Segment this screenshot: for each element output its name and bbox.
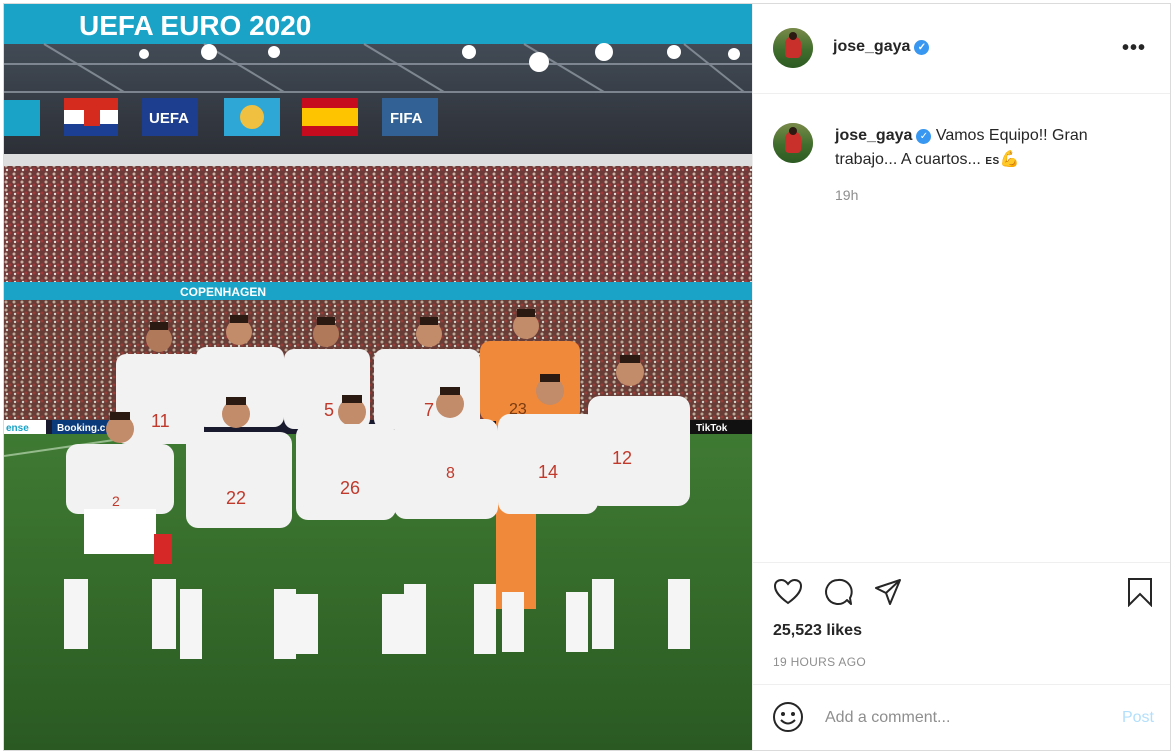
likes-count[interactable]: 25,523 likes bbox=[773, 622, 862, 640]
post-card: UEFA EURO 2020 UEFA FIFA COPENHAGEN ense… bbox=[3, 3, 1171, 751]
caption-verified-icon: ✓ bbox=[916, 129, 932, 144]
caption-time[interactable]: 19h bbox=[835, 187, 858, 203]
svg-text:11: 11 bbox=[151, 411, 170, 431]
svg-text:8: 8 bbox=[446, 465, 455, 482]
comment-bar: Post bbox=[753, 684, 1170, 750]
board-tiktok: TikTok bbox=[696, 423, 728, 434]
caption-username[interactable]: jose_gaya bbox=[835, 127, 912, 144]
post-photo[interactable]: UEFA EURO 2020 UEFA FIFA COPENHAGEN ense… bbox=[4, 4, 752, 750]
svg-text:26: 26 bbox=[340, 478, 360, 498]
board-left: ense bbox=[6, 423, 29, 434]
svg-text:22: 22 bbox=[226, 488, 246, 508]
svg-text:2: 2 bbox=[112, 493, 120, 509]
share-icon[interactable] bbox=[873, 577, 903, 607]
board-booking: Booking.c bbox=[57, 423, 106, 434]
svg-text:14: 14 bbox=[538, 462, 558, 482]
header-username-row[interactable]: jose_gaya ✓ bbox=[833, 38, 930, 56]
heart-icon[interactable] bbox=[773, 577, 803, 607]
emoji-icon[interactable] bbox=[772, 701, 804, 733]
avatar[interactable] bbox=[773, 28, 813, 68]
flag-es-icon: ES bbox=[985, 156, 1000, 167]
more-options-icon[interactable]: ••• bbox=[1122, 38, 1146, 58]
post-comment-button[interactable]: Post bbox=[1122, 709, 1154, 727]
post-caption: jose_gaya ✓ Vamos Equipo!! Gran trabajo..… bbox=[835, 124, 1135, 174]
svg-text:7: 7 bbox=[424, 400, 434, 420]
flexed-biceps-icon: 💪 bbox=[999, 151, 1020, 168]
post-timestamp[interactable]: 19 HOURS AGO bbox=[773, 655, 866, 669]
comment-icon[interactable] bbox=[823, 577, 853, 607]
sponsor-uefa: UEFA bbox=[149, 110, 189, 127]
caption-avatar[interactable] bbox=[773, 123, 813, 163]
banner-text: UEFA EURO 2020 bbox=[79, 10, 311, 41]
post-header: jose_gaya ✓ ••• bbox=[753, 4, 1170, 94]
svg-text:5: 5 bbox=[324, 400, 334, 420]
post-sidebar: jose_gaya ✓ ••• jose_gaya ✓ Vamos Equipo!!… bbox=[752, 4, 1170, 750]
stadium-board: COPENHAGEN bbox=[180, 285, 266, 299]
svg-text:12: 12 bbox=[612, 448, 632, 468]
verified-badge-icon: ✓ bbox=[914, 40, 930, 55]
comment-input[interactable] bbox=[823, 703, 1097, 733]
bookmark-icon[interactable] bbox=[1125, 577, 1155, 607]
sponsor-fifa: FIFA bbox=[390, 110, 423, 127]
header-username[interactable]: jose_gaya bbox=[833, 38, 910, 55]
post-actions: 25,523 likes 19 HOURS AGO bbox=[753, 562, 1170, 684]
